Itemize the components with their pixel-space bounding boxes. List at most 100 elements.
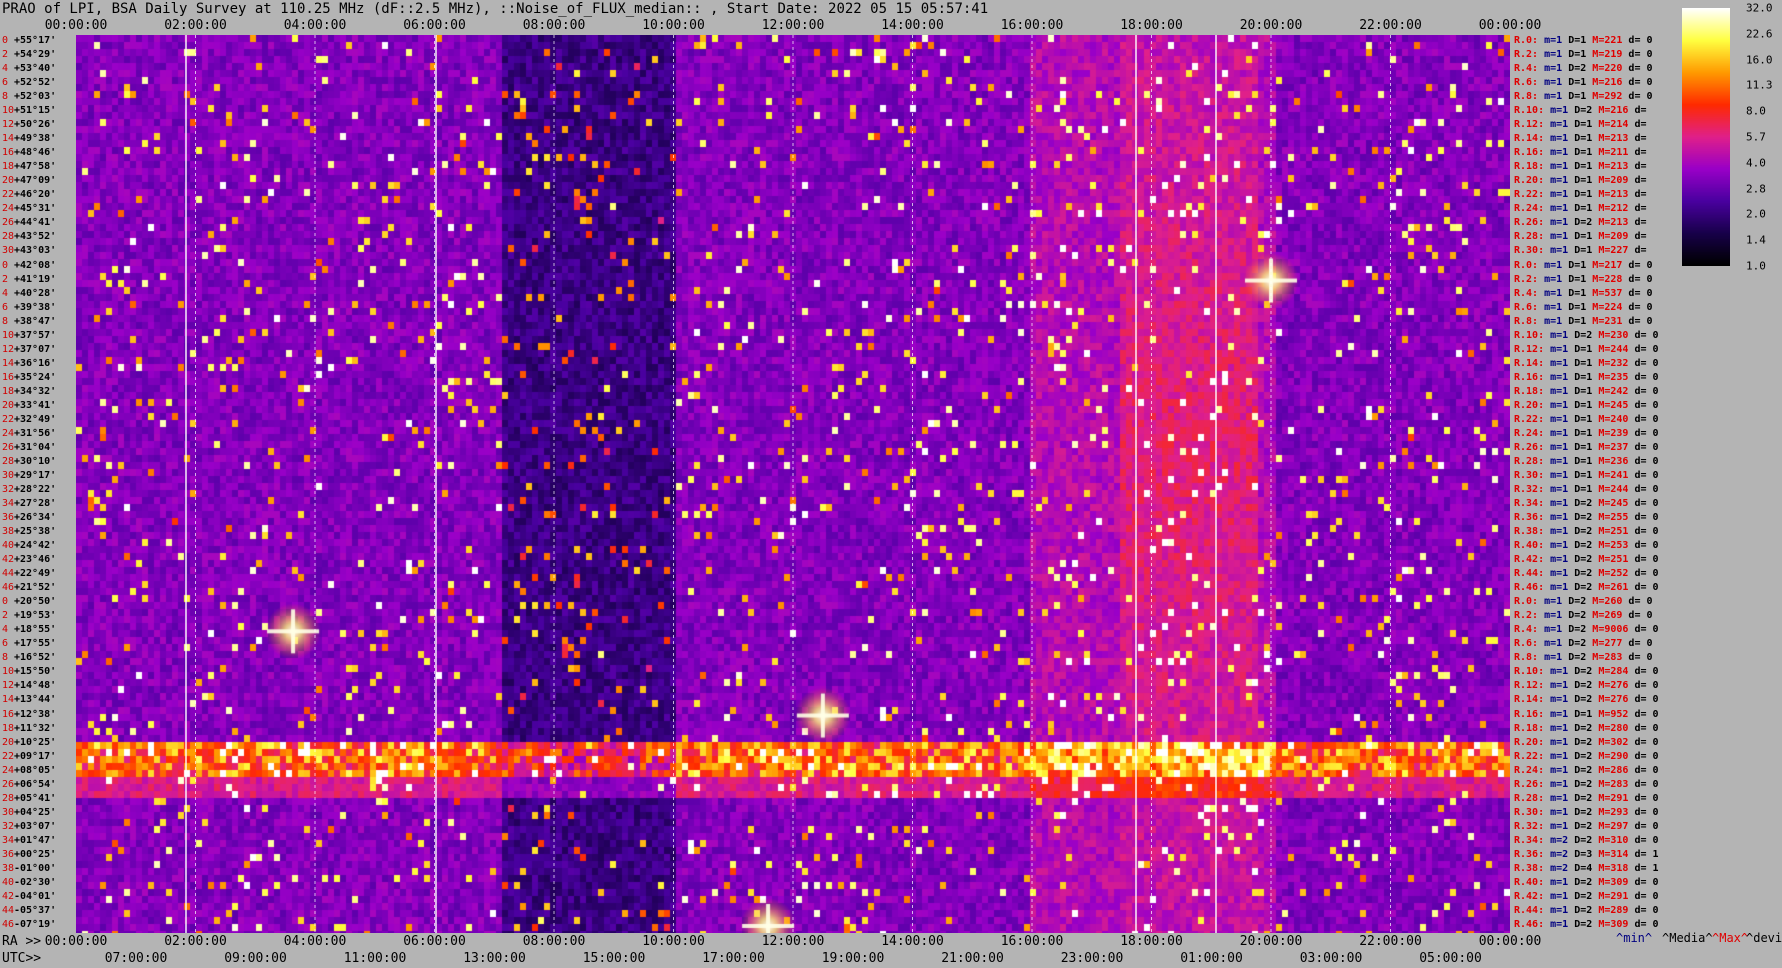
row-name: R.28: [1514,455,1551,467]
row-dev-count: D=2 [1568,610,1593,622]
row-stats: R.12: m=1 D=2 M=276 d= 0 [1514,681,1659,691]
row-name: R.8: [1514,315,1545,327]
row-max: M=289 [1598,904,1635,916]
declination-label: 32+28°22' [2,485,56,495]
row-stats: R.20: m=1 D=1 M=209 d= [1514,176,1646,186]
ra-tick-label: 22:00:00 [1359,934,1422,949]
row-deviation: d= 0 [1634,750,1659,762]
declination-value: +49°38' [14,133,57,145]
row-name: R.16: [1514,708,1551,720]
row-dev-count: D=1 [1574,399,1599,411]
legend-deviation: ^devia^ [1746,931,1782,945]
row-stats: R.4: m=1 D=1 M=537 d= 0 [1514,288,1653,299]
row-dev-count: D=1 [1574,427,1599,439]
declination-value: +45°31' [14,203,57,215]
row-deviation: d= 0 [1634,666,1659,678]
row-min: m=1 [1550,231,1575,243]
ra-tick-label: 00:00:00 [44,934,108,949]
row-dev-count: D=2 [1574,694,1599,706]
row-max: M=261 [1598,582,1635,594]
row-name: R.16: [1514,371,1551,383]
row-index: 26 [2,441,15,453]
top-ra-axis: 00:00:00 02:00:00 04:00:00 06:00:00 08:00:00… [45,18,1542,35]
declination-label: 34+27°28' [2,499,56,509]
row-max: M=213 [1598,217,1635,229]
row-dev-count: D=2 [1574,806,1599,818]
row-max: M=220 [1592,63,1629,75]
row-deviation: d= 0 [1634,399,1659,411]
row-max: M=214 [1598,119,1635,131]
row-max: M=286 [1598,764,1635,776]
row-max: M=212 [1598,203,1635,215]
row-index: 10 [2,329,15,341]
row-min: m=1 [1544,315,1569,327]
top-tick-label: 14:00:00 [881,18,944,33]
row-deviation: d= 1 [1634,862,1659,874]
row-dev-count: D=1 [1574,708,1599,720]
row-stats: R.40: m=1 D=2 M=253 d= 0 [1514,541,1659,551]
row-dev-count: D=1 [1568,49,1593,61]
top-tick-label: 02:00:00 [164,18,227,33]
row-deviation: d= 0 [1634,568,1659,580]
colorbar-tick: 32.0 [1746,1,1773,15]
row-index: 40 [2,876,15,888]
row-dev-count: D=2 [1574,722,1599,734]
declination-label: 32+03°07' [2,821,56,832]
row-min: m=1 [1550,371,1575,383]
row-deviation: d= [1634,147,1647,159]
row-stats: R.18: m=1 D=2 M=280 d= 0 [1514,722,1659,734]
row-stats: R.16: m=1 D=1 M=211 d= [1514,148,1646,158]
survey-figure: PRAO of LPI, BSA Daily Survey at 110.25 … [0,0,1782,968]
row-dev-count: D=2 [1568,638,1593,650]
declination-value: +48°46' [14,147,57,159]
declination-value: +19°53' [14,610,57,622]
row-name: R.8: [1514,91,1545,103]
row-max: M=309 [1598,876,1635,888]
utc-tick-label: 21:00:00 [941,951,1004,966]
row-deviation: d= 0 [1634,413,1659,425]
row-deviation: d= 0 [1634,764,1659,776]
row-min: m=1 [1544,638,1569,650]
row-deviation: d= 0 [1634,820,1659,832]
row-name: R.32: [1514,820,1551,832]
row-index: 2 [2,273,9,285]
row-index: 42 [2,554,15,566]
row-index: 0 [2,259,9,271]
row-name: R.14: [1514,694,1551,706]
row-dev-count: D=2 [1574,904,1599,916]
row-stats: R.24: m=1 D=1 M=239 d= 0 [1514,427,1659,439]
row-min: m=1 [1544,652,1569,664]
row-dev-count: D=2 [1574,582,1599,594]
row-stats: R.6: m=1 D=1 M=224 d= 0 [1514,302,1653,313]
row-stats: R.26: m=1 D=1 M=237 d= 0 [1514,442,1659,453]
row-index: 30 [2,245,15,257]
row-max: M=318 [1598,862,1635,874]
declination-label: 40-02°30' [2,876,56,888]
row-dev-count: D=2 [1568,652,1593,664]
ra-tick-label: 00:00:00 [1478,934,1542,949]
declination-value: +33°41' [14,399,57,411]
row-min: m=1 [1550,526,1575,538]
row-max: M=213 [1598,161,1635,173]
row-stats-column: R.0: m=1 D=1 M=221 d= 0 R.2: m=1 D=1 M=2… [1512,35,1682,933]
declination-label: 10+51°15' [2,106,56,116]
row-index: 0 [2,596,9,608]
declination-value: +18°55' [14,624,57,636]
row-dev-count: D=4 [1574,862,1599,874]
row-stats: R.14: m=1 D=2 M=276 d= 0 [1514,695,1659,705]
declination-label: 18+47°58' [2,162,56,172]
row-name: R.30: [1514,245,1551,257]
row-deviation: d= 0 [1634,498,1659,510]
row-min: m=1 [1550,161,1575,173]
declination-label: 12+14°48' [2,681,56,691]
row-stats: R.46: m=1 D=2 M=261 d= 0 [1514,583,1659,593]
declination-value: +42°08' [14,259,57,271]
row-index: 30 [2,806,15,818]
row-dev-count: D=1 [1568,77,1593,89]
declination-value: +50°26' [14,119,57,131]
row-name: R.4: [1514,624,1545,636]
row-deviation: d= 0 [1634,526,1659,538]
declination-label: 46-07°19' [2,919,56,930]
row-index: 6 [2,77,9,89]
row-name: R.42: [1514,890,1551,902]
